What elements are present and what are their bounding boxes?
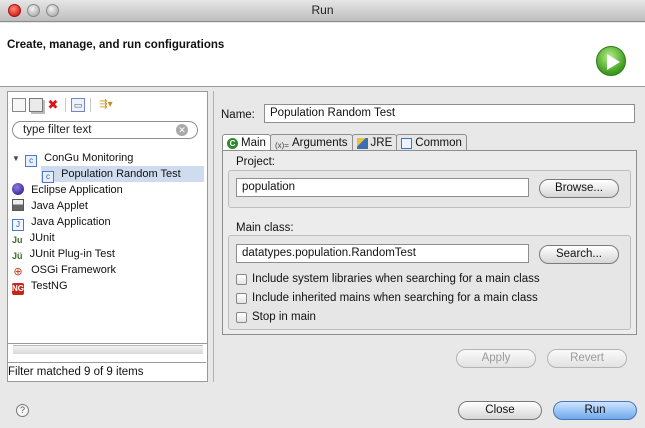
tree-divider — [7, 343, 208, 344]
tab-main[interactable]: C Main — [222, 134, 271, 151]
clear-filter-icon[interactable]: ✕ — [176, 124, 188, 136]
java-applet-icon — [12, 199, 24, 211]
help-icon[interactable]: ? — [16, 404, 29, 417]
collapse-all-icon[interactable]: ▭ — [71, 98, 85, 112]
browse-button[interactable]: Browse... — [539, 179, 619, 198]
tree-item-junit[interactable]: Ju JUnit — [12, 230, 208, 246]
include-system-libraries-option[interactable]: Include system libraries when searching … — [236, 272, 540, 286]
run-button[interactable]: Run — [553, 401, 637, 420]
tree-item-label: JUnit Plug-in Test — [29, 248, 115, 260]
tree-item-junit-plugin-test[interactable]: Jü JUnit Plug-in Test — [12, 246, 208, 262]
tab-label: Arguments — [291, 136, 348, 149]
toolbar-separator — [90, 98, 91, 112]
toolbar-separator — [65, 98, 66, 112]
tree-item-java-application[interactable]: J Java Application — [12, 214, 208, 231]
tree-item-label: OSGi Framework — [31, 264, 117, 276]
checkbox[interactable] — [236, 311, 247, 323]
tree-item-congu-monitoring[interactable]: ▼ c ConGu Monitoring — [12, 150, 208, 167]
tab-arguments[interactable]: (x)= Arguments — [269, 134, 353, 151]
stop-in-main-option[interactable]: Stop in main — [236, 310, 316, 324]
close-button[interactable]: Close — [458, 401, 542, 420]
tree-item-label: Java Application — [31, 216, 111, 228]
config-tabs: C Main (x)= Arguments JRE Common — [222, 134, 467, 151]
checkbox-label: Include system libraries when searching … — [252, 273, 540, 285]
tree-item-osgi-framework[interactable]: ⊕ OSGi Framework — [12, 262, 208, 278]
checkbox-label: Stop in main — [252, 311, 316, 323]
run-banner-icon — [596, 46, 626, 76]
window-title: Run — [311, 3, 334, 17]
checkbox[interactable] — [236, 273, 247, 285]
filter-menu-icon[interactable]: ⇶▾ — [96, 98, 116, 112]
duplicate-config-icon[interactable] — [29, 98, 43, 112]
arguments-icon: (x)= — [274, 140, 289, 150]
tree-item-label: Population Random Test — [61, 168, 181, 180]
main-class-label: Main class: — [236, 222, 294, 234]
junit-config-icon: c — [42, 171, 54, 183]
tab-label: Common — [415, 136, 462, 149]
tree-item-population-random-test[interactable]: c Population Random Test — [12, 166, 208, 183]
tree-item-label: Java Applet — [31, 200, 88, 212]
config-name-input[interactable]: Population Random Test — [264, 104, 635, 123]
tab-label: JRE — [370, 136, 393, 149]
tree-item-eclipse-application[interactable]: Eclipse Application — [12, 182, 208, 198]
search-button[interactable]: Search... — [539, 245, 619, 264]
project-label: Project: — [236, 156, 275, 168]
include-inherited-mains-option[interactable]: Include inherited mains when searching f… — [236, 291, 538, 305]
testng-icon: NG — [12, 283, 24, 295]
revert-button[interactable]: Revert — [547, 349, 627, 368]
configurations-tree: ▼ c ConGu Monitoring c Population Random… — [12, 150, 208, 295]
osgi-icon: ⊕ — [13, 266, 23, 278]
main-class-input[interactable]: datatypes.population.RandomTest — [236, 244, 529, 263]
dialog-heading: Create, manage, and run configurations — [7, 39, 225, 51]
new-config-icon[interactable] — [12, 98, 26, 112]
checkbox-label: Include inherited mains when searching f… — [252, 292, 538, 304]
tree-item-label: ConGu Monitoring — [44, 152, 134, 164]
common-icon — [401, 137, 413, 149]
tree-item-label: Eclipse Application — [31, 184, 123, 196]
title-bar: Run — [0, 0, 645, 22]
tab-jre[interactable]: JRE — [351, 134, 398, 151]
tree-item-testng[interactable]: NG TestNG — [12, 278, 208, 295]
configurations-toolbar: ✖ ▭ ⇶▾ — [12, 96, 116, 114]
filter-input[interactable]: type filter text — [12, 121, 198, 139]
expand-triangle-icon[interactable]: ▼ — [12, 151, 22, 167]
junit-icon: Ju — [12, 235, 23, 245]
java-app-icon: J — [12, 219, 24, 231]
main-tab-icon: C — [227, 137, 238, 149]
eclipse-app-icon — [12, 183, 24, 195]
apply-button[interactable]: Apply — [456, 349, 536, 368]
tab-label: Main — [241, 136, 266, 149]
tab-common[interactable]: Common — [396, 134, 467, 151]
tree-item-label: TestNG — [30, 280, 68, 292]
junit-plugin-icon: Jü — [12, 251, 23, 261]
dialog-header: Create, manage, and run configurations — [0, 23, 645, 87]
delete-config-icon[interactable]: ✖ — [46, 98, 60, 112]
tree-item-java-applet[interactable]: Java Applet — [12, 198, 208, 214]
project-input[interactable]: population — [236, 178, 529, 197]
name-label: Name: — [221, 109, 255, 121]
filter-status-text: Filter matched 9 of 9 items — [8, 362, 206, 380]
horizontal-scrollbar[interactable] — [13, 345, 203, 354]
checkbox[interactable] — [236, 292, 247, 304]
tree-item-label: JUnit — [29, 232, 55, 244]
junit-config-icon: c — [25, 155, 38, 167]
jre-icon — [356, 137, 368, 149]
